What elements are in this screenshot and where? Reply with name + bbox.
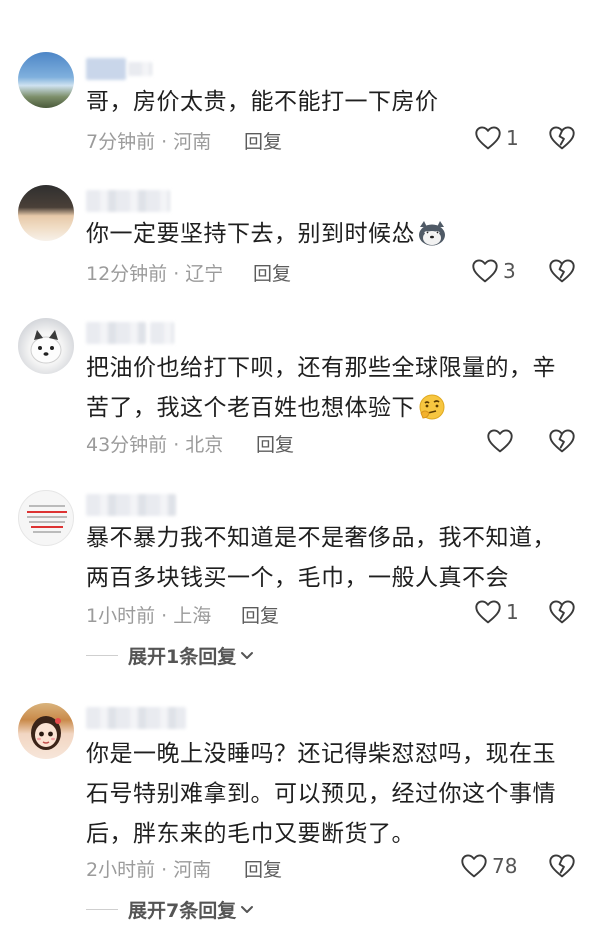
- avatar[interactable]: [18, 318, 74, 374]
- comment-time-location: 2小时前 · 河南: [86, 859, 212, 881]
- like-count: 1: [506, 600, 519, 624]
- comment-text: 你是一晚上没睡吗？还记得柴怼怼吗，现在玉 石号特别难拿到。可以预见，经过你这个事…: [86, 734, 564, 854]
- broken-heart-icon[interactable]: [548, 258, 576, 284]
- broken-heart-icon[interactable]: [548, 599, 576, 625]
- cartoon-girl-avatar-icon: [31, 716, 61, 750]
- reply-button[interactable]: 回复: [241, 601, 279, 628]
- comment-time-location: 1小时前 · 上海: [86, 605, 212, 627]
- chevron-down-icon: [241, 905, 254, 913]
- like-count: 78: [492, 854, 518, 878]
- comment-text: 暴不暴力我不知道是不是奢侈品，我不知道， 两百多块钱买一个，毛巾，一般人真不会: [86, 518, 564, 598]
- username-blurred[interactable]: [86, 494, 176, 516]
- comment-text-content: 你一定要坚持下去，别到时候怂: [86, 221, 415, 247]
- reply-button[interactable]: 回复: [244, 855, 282, 882]
- reply-button[interactable]: 回复: [244, 127, 282, 154]
- like-count: 1: [506, 126, 519, 150]
- comment-text-line: 石号特别难拿到。可以预见，经过你这个事情: [86, 781, 556, 807]
- broken-heart-icon[interactable]: [548, 428, 576, 454]
- username-blurred-2: [150, 322, 174, 344]
- like-button[interactable]: 1: [474, 125, 524, 155]
- reply-button[interactable]: 回复: [256, 430, 294, 457]
- comment-text-line: 两百多块钱买一个，毛巾，一般人真不会: [86, 565, 509, 591]
- avatar[interactable]: [18, 490, 74, 546]
- username-blurred-2: [128, 62, 152, 76]
- avatar[interactable]: [18, 703, 74, 759]
- like-button[interactable]: 1: [474, 599, 524, 629]
- avatar[interactable]: [18, 52, 74, 108]
- avatar[interactable]: [18, 185, 74, 241]
- username-blurred[interactable]: [86, 190, 170, 212]
- expand-replies-label: 展开7条回复: [128, 900, 237, 922]
- heart-outline-icon: [474, 125, 502, 151]
- comment-time-location: 12分钟前 · 辽宁: [86, 263, 224, 285]
- broken-heart-icon[interactable]: [548, 125, 576, 151]
- heart-outline-icon: [460, 853, 488, 879]
- like-button[interactable]: 3: [471, 258, 521, 288]
- heart-outline-icon: [471, 258, 499, 284]
- like-count: 3: [503, 259, 516, 283]
- like-button[interactable]: [486, 428, 516, 458]
- husky-emoji-icon: [417, 219, 447, 260]
- comment-text-content: 苦了，我这个老百姓也想体验下: [86, 395, 415, 421]
- reply-button[interactable]: 回复: [253, 259, 291, 286]
- heart-outline-icon: [474, 599, 502, 625]
- comment-text: 把油价也给打下呗，还有那些全球限量的，辛 苦了，我这个老百姓也想体验下: [86, 348, 564, 434]
- username-blurred[interactable]: [86, 322, 146, 344]
- thinking-emoji-icon: [417, 393, 447, 434]
- like-button[interactable]: 78: [460, 853, 520, 883]
- chevron-down-icon: [241, 651, 254, 659]
- expand-replies-button[interactable]: 展开7条回复: [86, 896, 254, 923]
- heart-outline-icon: [486, 428, 514, 454]
- broken-heart-icon[interactable]: [548, 853, 576, 879]
- comment-text: 哥，房价太贵，能不能打一下房价: [86, 89, 439, 115]
- comment-text-line: 暴不暴力我不知道是不是奢侈品，我不知道，: [86, 525, 556, 551]
- text-image-avatar-icon: [27, 505, 67, 533]
- username-blurred[interactable]: [86, 58, 126, 80]
- comment-time-location: 43分钟前 · 北京: [86, 434, 224, 456]
- username-blurred[interactable]: [86, 707, 186, 729]
- comment-text-line: 后，胖东来的毛巾又要断货了。: [86, 821, 415, 847]
- comment-text-line: 你是一晚上没睡吗？还记得柴怼怼吗，现在玉: [86, 741, 556, 767]
- comment-text: 你一定要坚持下去，别到时候怂: [86, 214, 564, 260]
- comment-time-location: 7分钟前 · 河南: [86, 131, 212, 153]
- dog-avatar-icon: [30, 330, 62, 364]
- expand-replies-label: 展开1条回复: [128, 646, 237, 668]
- comment-text-line: 把油价也给打下呗，还有那些全球限量的，辛: [86, 355, 556, 381]
- expand-divider-line: [86, 909, 118, 910]
- expand-divider-line: [86, 655, 118, 656]
- expand-replies-button[interactable]: 展开1条回复: [86, 642, 254, 669]
